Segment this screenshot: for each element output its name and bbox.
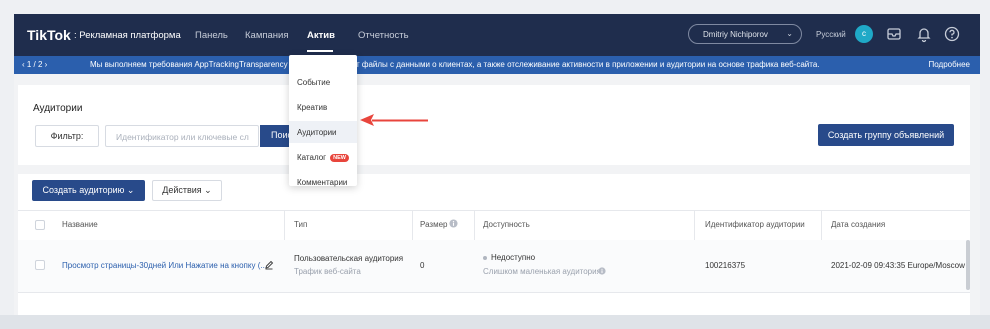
audiences-filter-card: Аудитории Фильтр: Идентификатор или ключ… — [18, 85, 970, 165]
row-checkbox[interactable] — [35, 260, 45, 270]
audience-type-sub: Трафик веб-сайта — [294, 267, 361, 276]
menu-item-audiences[interactable]: Аудитории — [289, 121, 357, 143]
actions-button[interactable]: Действия ⌄ — [152, 180, 222, 201]
new-badge: NEW — [330, 154, 349, 162]
header-type[interactable]: Тип — [294, 220, 307, 229]
column-separator — [694, 210, 695, 240]
page-title: Аудитории — [33, 103, 83, 114]
language-selector[interactable]: Русский — [816, 30, 846, 39]
availability-reason: Слишком маленькая аудитория. — [483, 267, 604, 276]
header-created[interactable]: Дата создания — [831, 220, 885, 229]
menu-item-creative[interactable]: Креатив — [289, 96, 357, 118]
nav-panel[interactable]: Панель — [195, 30, 228, 41]
bottom-strip — [0, 315, 990, 329]
assets-dropdown-menu: Событие Креатив Аудитории Каталог NEW Ком… — [289, 55, 357, 187]
column-separator — [821, 210, 822, 240]
filter-label[interactable]: Фильтр: — [35, 125, 99, 147]
column-separator — [474, 210, 475, 240]
divider — [18, 210, 970, 211]
menu-item-comments[interactable]: Комментарии — [289, 171, 357, 193]
divider — [18, 292, 970, 293]
search-input[interactable]: Идентификатор или ключевые сл — [105, 125, 259, 147]
banner-pager[interactable]: ‹ 1 / 2 › — [22, 60, 47, 69]
top-nav: TikTok : Рекламная платформа Панель Камп… — [14, 14, 980, 56]
notice-banner: ‹ 1 / 2 › Мы выполняем требования AppTra… — [14, 56, 980, 74]
audience-type: Пользовательская аудитория — [294, 254, 404, 263]
create-audience-button[interactable]: Создать аудиторию ⌄ — [32, 180, 145, 201]
banner-message-end: т файлы с данными о клиентах, а также от… — [356, 60, 820, 69]
availability-status: Недоступно — [483, 253, 535, 262]
bell-icon[interactable] — [915, 25, 933, 43]
column-separator — [412, 210, 413, 240]
vertical-scrollbar[interactable] — [966, 240, 970, 290]
avatar[interactable]: c — [855, 25, 873, 43]
info-icon[interactable] — [598, 267, 606, 275]
help-icon[interactable] — [943, 25, 961, 43]
header-audience-id[interactable]: Идентификатор аудитории — [705, 220, 805, 229]
column-separator — [284, 210, 285, 240]
header-size[interactable]: Размер — [420, 220, 448, 229]
created-date: 2021-02-09 09:43:35 Europe/Moscow — [831, 261, 965, 270]
logo-subtitle: : Рекламная платформа — [74, 30, 181, 41]
status-dot — [483, 255, 487, 260]
audience-size: 0 — [420, 261, 425, 270]
availability-value: Недоступно — [491, 253, 536, 262]
header-name[interactable]: Название — [62, 220, 98, 229]
menu-item-catalog-label: Каталог — [297, 153, 327, 162]
audience-name-link[interactable]: Просмотр страницы-30дней Или Нажатие на … — [62, 261, 267, 270]
nav-assets[interactable]: Актив — [307, 30, 335, 41]
nav-campaign[interactable]: Кампания — [245, 30, 288, 41]
account-selector[interactable]: Dmitriy Nichiporov ⌄ — [688, 24, 802, 44]
chevron-down-icon: ⌄ — [786, 29, 793, 38]
select-all-checkbox[interactable] — [35, 220, 45, 230]
create-ad-group-button[interactable]: Создать группу объявлений — [818, 124, 954, 146]
inbox-icon[interactable] — [885, 25, 903, 43]
nav-reports[interactable]: Отчетность — [358, 30, 409, 41]
audience-id: 100216375 — [705, 261, 746, 270]
edit-icon[interactable] — [264, 260, 274, 270]
menu-item-events[interactable]: Событие — [289, 71, 357, 93]
account-name: Dmitriy Nichiporov — [703, 30, 768, 39]
banner-more-link[interactable]: Подробнее — [929, 60, 971, 69]
nav-active-underline — [307, 50, 333, 52]
menu-item-catalog[interactable]: Каталог NEW — [289, 146, 357, 168]
tiktok-logo[interactable]: TikTok — [27, 27, 71, 43]
info-icon[interactable] — [449, 219, 458, 228]
header-availability[interactable]: Доступность — [483, 220, 530, 229]
audiences-table-card: Создать аудиторию ⌄ Действия ⌄ Название … — [18, 174, 970, 329]
app-window: TikTok : Рекламная платформа Панель Камп… — [14, 14, 980, 329]
table-row[interactable]: Просмотр страницы-30дней Или Нажатие на … — [18, 240, 970, 292]
annotation-arrow — [360, 114, 428, 126]
banner-message-start: Мы выполняем требования AppTrackingTrans… — [90, 60, 304, 69]
